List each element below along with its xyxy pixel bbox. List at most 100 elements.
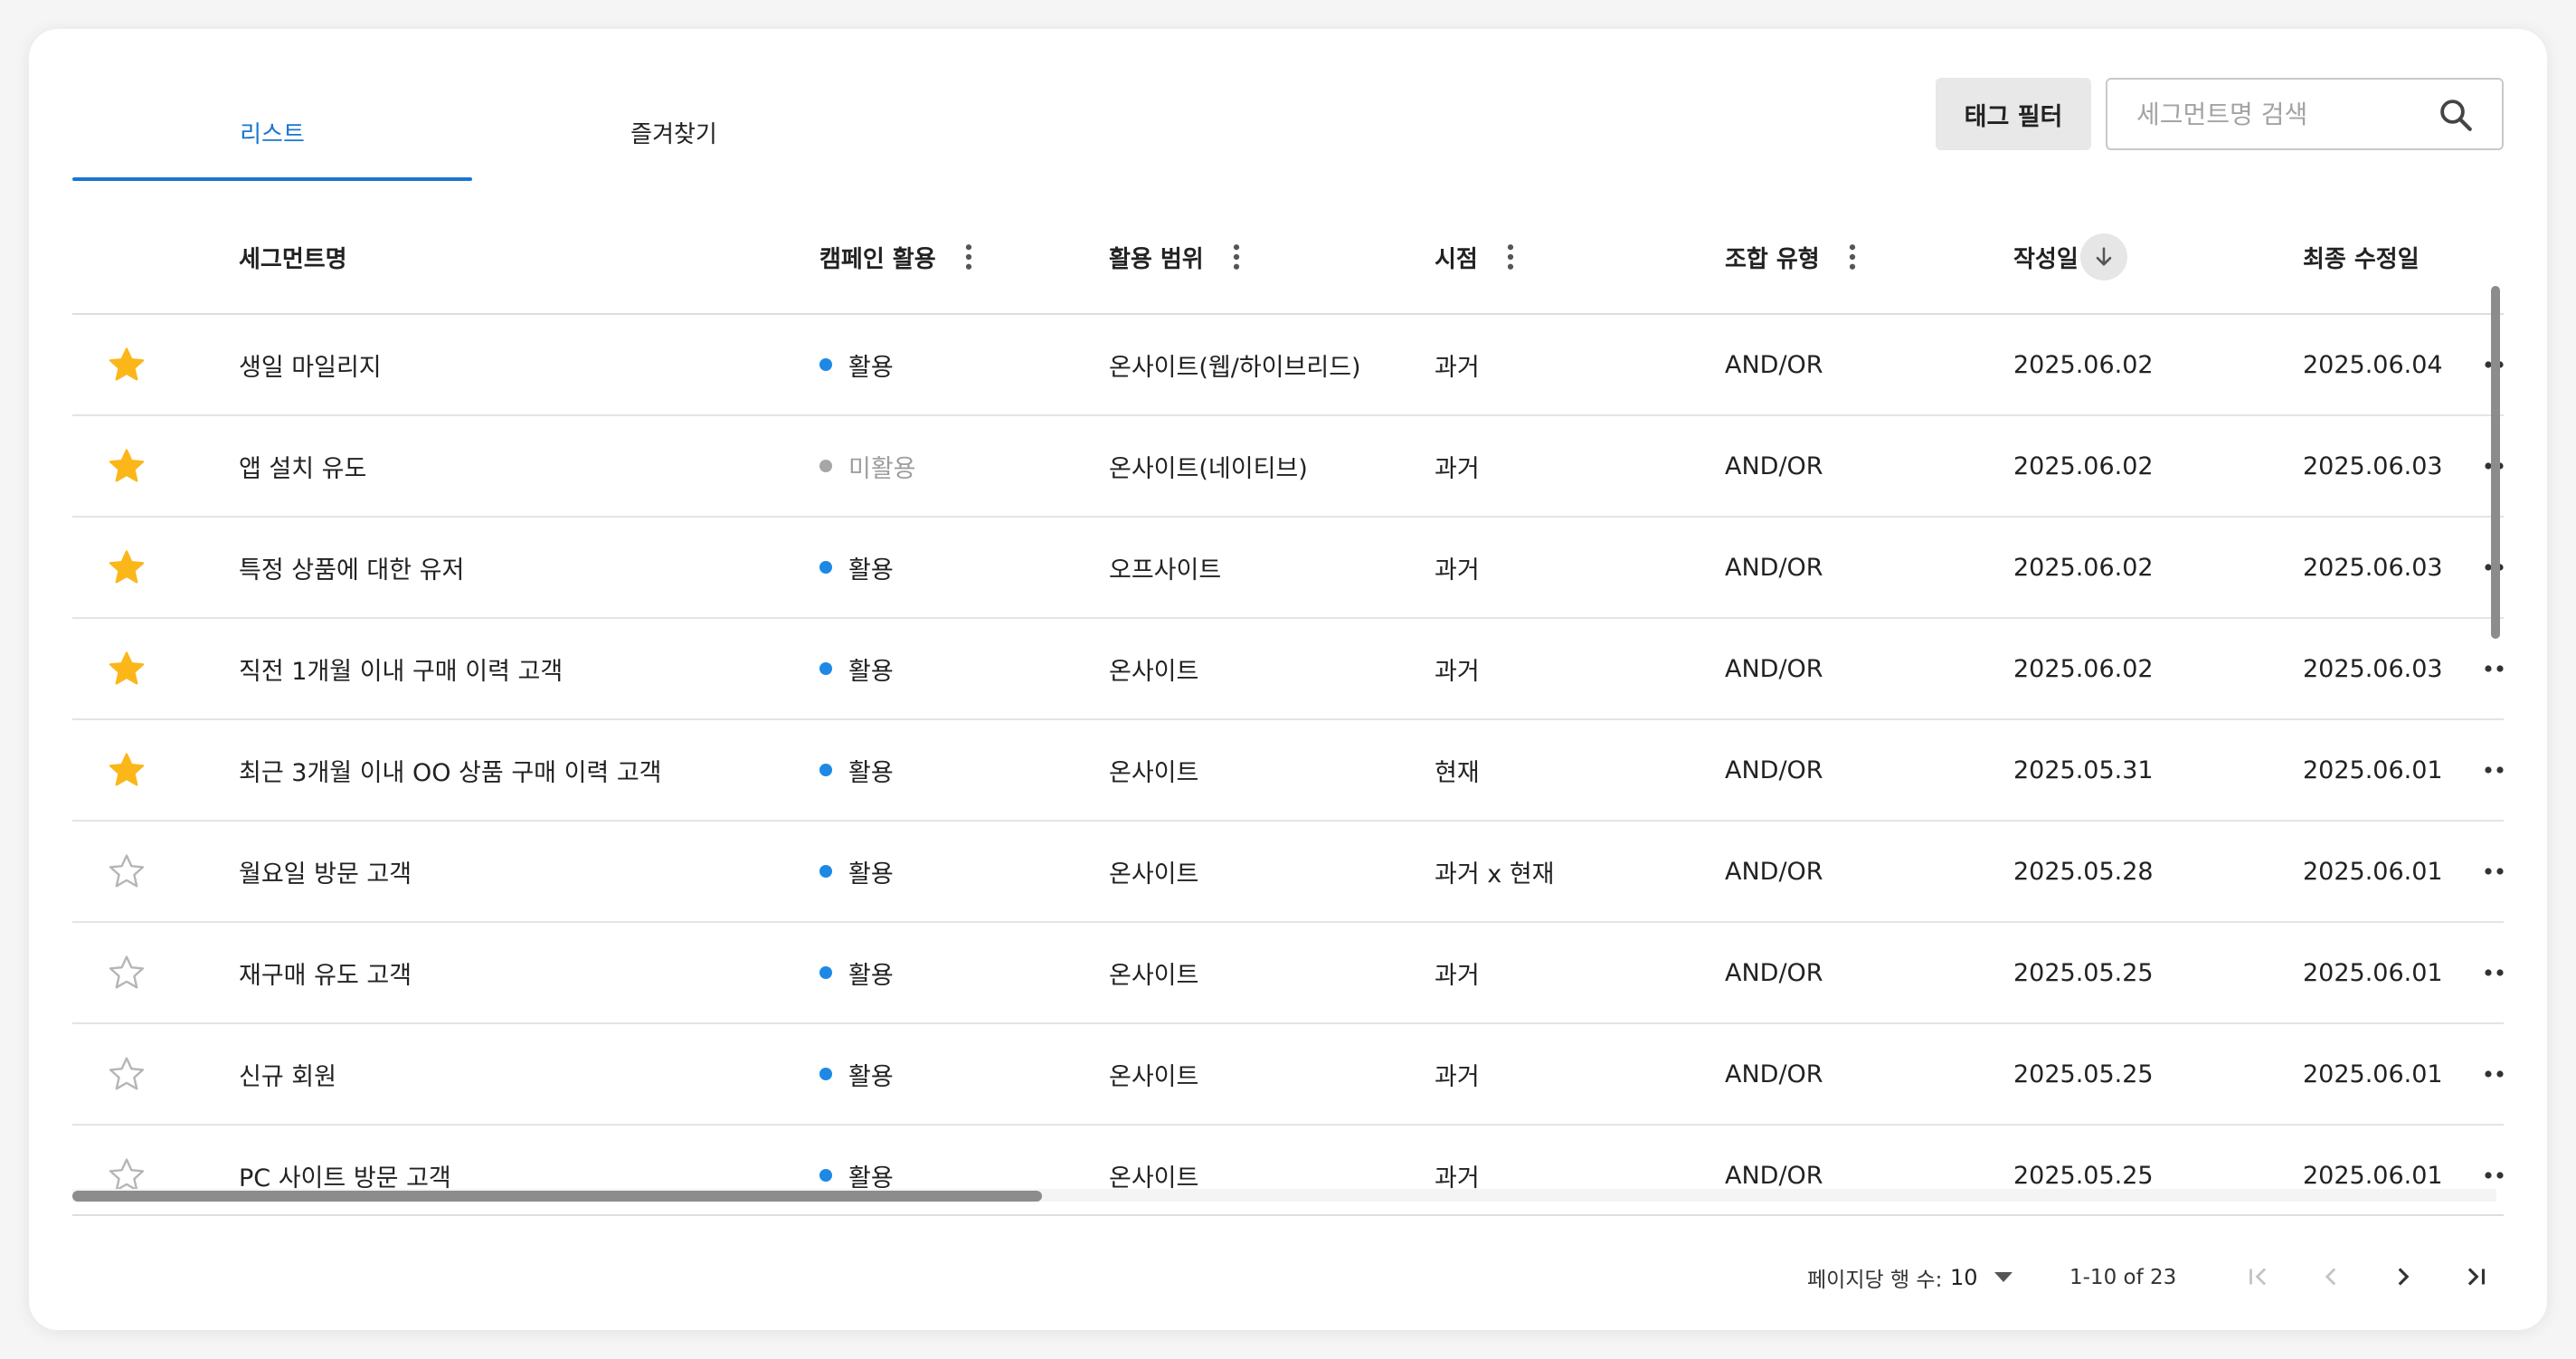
more-horizontal-icon [2485,969,2504,976]
arrow-down-icon[interactable] [2079,233,2127,280]
first-page-button[interactable] [2238,1256,2279,1297]
campaign-status-label: 활용 [848,353,894,382]
usage-scope: 온사이트(네이티브) [1109,454,1308,483]
previous-page-button[interactable] [2310,1256,2352,1297]
star-icon [109,955,145,989]
status-dot [819,561,832,574]
kebab-icon[interactable] [1498,241,1523,273]
last-page-icon [2467,1268,2486,1286]
tab-list-label: 리스트 [240,120,305,148]
campaign-status-label: 활용 [848,556,894,584]
favorite-toggle[interactable] [107,315,147,414]
modified-date: 2025.06.03 [2303,553,2443,582]
campaign-status-label: 미활용 [848,454,916,483]
chevron-right-icon [2398,1268,2410,1286]
star-icon [109,347,145,381]
segment-name[interactable]: 생일 마일리지 [239,315,382,414]
created-date: 2025.05.28 [2013,857,2154,886]
favorite-toggle[interactable] [107,518,147,617]
search-icon[interactable] [2437,96,2475,134]
tab-favorites[interactable]: 즐겨찾기 [474,78,874,186]
time-point: 과거 [1435,1062,1480,1091]
header-campaign-label: 캠페인 활용 [819,245,936,273]
kebab-icon[interactable] [956,241,981,273]
search-box [2106,78,2504,150]
status-dot [819,865,832,878]
segment-name[interactable]: 신규 회원 [239,1024,336,1124]
segment-name[interactable]: 최근 3개월 이내 OO 상품 구매 이력 고객 [239,720,662,820]
more-horizontal-icon [2485,766,2504,774]
segment-name[interactable]: 특정 상품에 대한 유저 [239,518,464,617]
favorite-toggle[interactable] [107,923,147,1022]
usage-scope: 온사이트 [1109,758,1199,787]
segment-name[interactable]: 월요일 방문 고객 [239,822,412,921]
table-row[interactable]: 재구매 유도 고객 활용 온사이트 과거 AND/OR 2025.05.25 2025.06… [72,923,2504,1024]
campaign-status: 활용 [819,315,894,414]
tab-list[interactable]: 리스트 [72,78,472,186]
star-icon [109,854,145,888]
combination-type: AND/OR [1725,553,1823,582]
segment-table: 세그먼트명 캠페인 활용 활용 범위 시점 조합 유형 작성일 최종 수정일 생… [72,201,2504,1214]
kebab-icon[interactable] [1224,241,1249,273]
header-created[interactable]: 작성일 [2013,201,2127,313]
campaign-status-label: 활용 [848,1164,894,1193]
kebab-icon[interactable] [1840,241,1865,273]
vertical-scrollbar-thumb[interactable] [2491,286,2500,639]
favorite-toggle[interactable] [107,1024,147,1124]
star-icon [109,449,145,482]
table-row[interactable]: 앱 설치 유도 미활용 온사이트(네이티브) 과거 AND/OR 2025.06.02 20… [72,416,2504,518]
header-combo: 조합 유형 [1725,201,1865,313]
combination-type: AND/OR [1725,451,1823,480]
row-menu-button[interactable] [2484,720,2504,820]
favorite-toggle[interactable] [107,720,147,820]
star-icon [109,651,145,685]
created-date: 2025.05.25 [2013,958,2154,987]
rows-per-page-label: 페이지당 행 수: [1807,1269,1943,1292]
usage-scope: 온사이트(웹/하이브리드) [1109,353,1361,382]
time-point: 과거 [1435,454,1480,483]
status-dot [819,966,832,979]
segment-name[interactable]: 재구매 유도 고객 [239,923,412,1022]
table-row[interactable]: 최근 3개월 이내 OO 상품 구매 이력 고객 활용 온사이트 현재 AND/OR 20… [72,720,2504,822]
last-page-button[interactable] [2455,1256,2496,1297]
header-scope-label: 활용 범위 [1109,245,1204,273]
rows-per-page-select[interactable]: 10 [1950,1231,2012,1325]
row-menu-button[interactable] [2484,923,2504,1022]
table-row[interactable]: 월요일 방문 고객 활용 온사이트 과거 x 현재 AND/OR 2025.05.28 20… [72,822,2504,923]
usage-scope: 온사이트 [1109,1062,1199,1091]
table-row[interactable]: 신규 회원 활용 온사이트 과거 AND/OR 2025.05.25 2025.06.01 [72,1024,2504,1126]
search-input[interactable] [2135,86,2428,142]
table-row[interactable]: 특정 상품에 대한 유저 활용 오프사이트 과거 AND/OR 2025.06.02 202… [72,518,2504,619]
combination-type: AND/OR [1725,958,1823,987]
tag-filter-button[interactable]: 태그 필터 [1936,78,2091,150]
campaign-status: 활용 [819,923,894,1022]
combination-type: AND/OR [1725,857,1823,886]
campaign-status-label: 활용 [848,758,894,787]
horizontal-scrollbar-thumb[interactable] [72,1191,1042,1202]
campaign-status: 활용 [819,1024,894,1124]
created-date: 2025.05.25 [2013,1060,2154,1088]
campaign-status: 미활용 [819,416,916,516]
usage-scope: 온사이트 [1109,961,1199,990]
header-name-label: 세그먼트명 [239,245,347,273]
usage-scope: 온사이트 [1109,657,1199,686]
table-row[interactable]: 생일 마일리지 활용 온사이트(웹/하이브리드) 과거 AND/OR 2025.06.02… [72,315,2504,416]
modified-date: 2025.06.01 [2303,857,2443,886]
segment-name[interactable]: 직전 1개월 이내 구매 이력 고객 [239,619,563,718]
modified-date: 2025.06.01 [2303,958,2443,987]
caret-down-icon [1994,1272,2012,1282]
more-horizontal-icon [2485,1172,2504,1179]
row-menu-button[interactable] [2484,822,2504,921]
table-row[interactable]: 직전 1개월 이내 구매 이력 고객 활용 온사이트 과거 AND/OR 2025.06.… [72,619,2504,720]
combination-type: AND/OR [1725,350,1823,379]
favorite-toggle[interactable] [107,416,147,516]
row-menu-button[interactable] [2484,1024,2504,1124]
favorite-toggle[interactable] [107,619,147,718]
pagination-range: 1-10 of 23 [2069,1266,2177,1289]
segment-name[interactable]: 앱 설치 유도 [239,416,366,516]
tab-favorites-label: 즐겨찾기 [630,120,717,148]
next-page-button[interactable] [2382,1256,2424,1297]
time-point: 과거 [1435,353,1480,382]
favorite-toggle[interactable] [107,822,147,921]
more-horizontal-icon [2485,1070,2504,1078]
